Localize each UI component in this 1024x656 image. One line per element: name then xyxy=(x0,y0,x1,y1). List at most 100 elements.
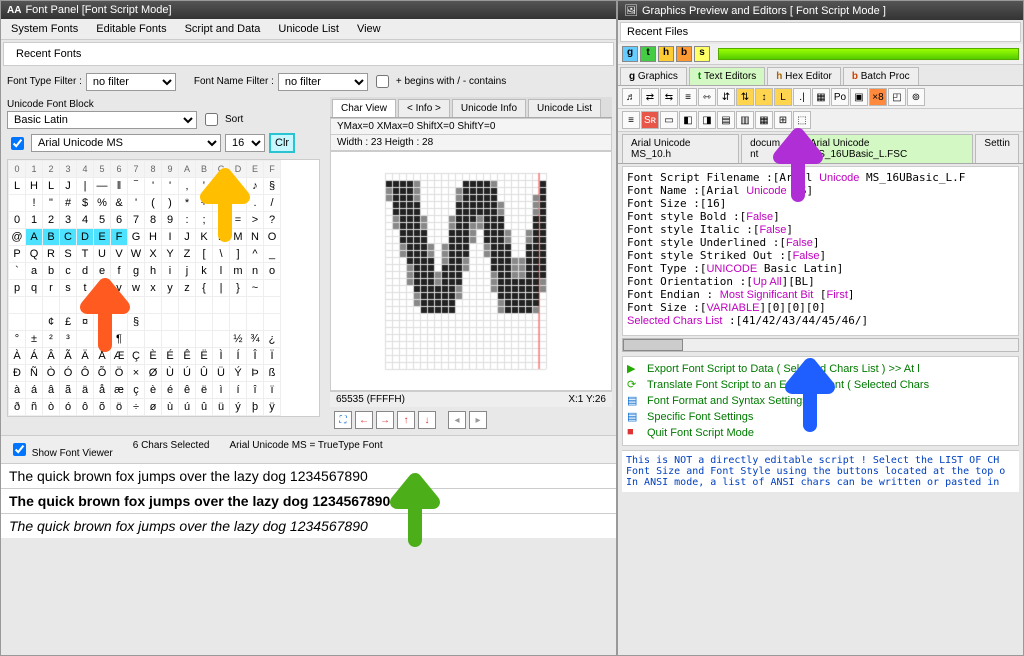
char-cell[interactable]: [ xyxy=(196,246,213,263)
char-cell[interactable]: ² xyxy=(43,331,60,348)
char-cell[interactable]: Z xyxy=(179,246,196,263)
char-cell[interactable] xyxy=(230,314,247,331)
char-cell[interactable]: 6 xyxy=(111,212,128,229)
tool-l[interactable]: ▣ xyxy=(850,88,868,106)
char-cell[interactable]: = xyxy=(230,212,247,229)
char-cell[interactable]: ¶ xyxy=(111,331,128,348)
clear-button[interactable]: Clr xyxy=(269,133,295,153)
char-cell[interactable] xyxy=(230,297,247,314)
char-cell[interactable]: 3 xyxy=(60,212,77,229)
char-cell[interactable] xyxy=(145,331,162,348)
char-cell[interactable]: n xyxy=(247,263,264,280)
char-cell[interactable]: * xyxy=(179,195,196,212)
char-cell[interactable]: Ä xyxy=(77,348,94,365)
char-cell[interactable]: Ú xyxy=(179,365,196,382)
char-cell[interactable]: u xyxy=(94,280,111,297)
char-cell[interactable]: Ã xyxy=(60,348,77,365)
char-cell[interactable] xyxy=(77,297,94,314)
char-cell[interactable]: õ xyxy=(94,399,111,416)
char-cell[interactable]: â xyxy=(43,382,60,399)
char-cell[interactable]: T xyxy=(77,246,94,263)
menu-system-fonts[interactable]: System Fonts xyxy=(3,21,86,37)
char-cell[interactable]: D xyxy=(77,229,94,246)
char-cell[interactable]: ã xyxy=(60,382,77,399)
char-cell[interactable]: ° xyxy=(9,331,26,348)
char-cell[interactable]: I xyxy=(162,229,179,246)
char-cell[interactable]: c xyxy=(60,263,77,280)
char-cell[interactable]: £ xyxy=(60,314,77,331)
char-cell[interactable]: Á xyxy=(26,348,43,365)
char-cell[interactable]: Y xyxy=(162,246,179,263)
recent-fonts-button[interactable]: Recent Fonts xyxy=(10,47,87,61)
char-cell[interactable] xyxy=(264,280,281,297)
char-cell[interactable]: @ xyxy=(9,229,26,246)
char-cell[interactable]: G xyxy=(128,229,145,246)
char-cell[interactable]: Ë xyxy=(196,348,213,365)
char-cell[interactable]: { xyxy=(196,280,213,297)
char-cell[interactable]: d xyxy=(77,263,94,280)
char-cell[interactable]: H xyxy=(26,178,43,195)
char-cell[interactable]: b xyxy=(43,263,60,280)
tool2-h[interactable]: ⊞ xyxy=(774,111,792,129)
char-cell[interactable]: 2 xyxy=(43,212,60,229)
char-cell[interactable] xyxy=(162,314,179,331)
char-cell[interactable]: h xyxy=(145,263,162,280)
char-cell[interactable] xyxy=(9,195,26,212)
char-cell[interactable]: µ xyxy=(94,331,111,348)
char-cell[interactable]: F xyxy=(111,229,128,246)
tool-o[interactable]: ⊚ xyxy=(907,88,925,106)
char-cell[interactable]: R xyxy=(43,246,60,263)
char-cell[interactable]: e xyxy=(94,263,111,280)
char-cell[interactable]: í xyxy=(230,382,247,399)
char-cell[interactable]: % xyxy=(94,195,111,212)
glyph-pixel-canvas[interactable] xyxy=(330,151,612,391)
mode-tab-batch[interactable]: b Batch Proc xyxy=(843,67,919,85)
char-cell[interactable] xyxy=(26,314,43,331)
char-cell[interactable]: y xyxy=(162,280,179,297)
char-cell[interactable]: ð xyxy=(9,399,26,416)
tool-i[interactable]: L xyxy=(774,88,792,106)
char-cell[interactable]: è xyxy=(145,382,162,399)
char-cell[interactable]: à xyxy=(9,382,26,399)
char-cell[interactable]: Ó xyxy=(60,365,77,382)
char-cell[interactable]: } xyxy=(230,280,247,297)
char-cell[interactable]: # xyxy=(60,195,77,212)
char-cell[interactable] xyxy=(26,297,43,314)
char-cell[interactable]: Û xyxy=(196,365,213,382)
char-cell[interactable]: M xyxy=(230,229,247,246)
tab-unicode-info[interactable]: Unicode Info xyxy=(452,99,526,117)
menu-script-data[interactable]: Script and Data xyxy=(177,21,269,37)
char-cell[interactable] xyxy=(60,297,77,314)
tool2-g[interactable]: ▦ xyxy=(755,111,773,129)
char-cell[interactable] xyxy=(9,314,26,331)
char-cell[interactable]: ♪ xyxy=(247,178,264,195)
menu-unicode-list[interactable]: Unicode List xyxy=(270,21,347,37)
mode-tab-hex-editor[interactable]: h Hex Editor xyxy=(767,67,841,85)
char-cell[interactable]: r xyxy=(43,280,60,297)
tool2-c[interactable]: ◧ xyxy=(679,111,697,129)
char-cell[interactable]: ò xyxy=(43,399,60,416)
char-cell[interactable]: ' xyxy=(162,178,179,195)
action-item[interactable]: ▤Font Format and Syntax Settings xyxy=(627,393,1014,409)
action-item[interactable]: ▶Export Font Script to Data ( Selected C… xyxy=(627,361,1014,377)
char-cell[interactable]: ? xyxy=(264,212,281,229)
filter-mode-checkbox[interactable] xyxy=(376,75,389,88)
char-cell[interactable]: æ xyxy=(111,382,128,399)
char-cell[interactable] xyxy=(213,314,230,331)
char-cell[interactable]: Ò xyxy=(43,365,60,382)
char-cell[interactable]: 5 xyxy=(94,212,111,229)
char-cell[interactable]: Æ xyxy=(111,348,128,365)
char-cell[interactable]: Ø xyxy=(145,365,162,382)
tool2-i[interactable]: ⬚ xyxy=(793,111,811,129)
char-cell[interactable]: B xyxy=(43,229,60,246)
mode-chip-g[interactable]: g xyxy=(622,46,638,62)
char-cell[interactable]: : xyxy=(179,212,196,229)
char-cell[interactable]: Q xyxy=(26,246,43,263)
char-cell[interactable]: ô xyxy=(77,399,94,416)
recent-files-button[interactable]: Recent Files xyxy=(627,26,688,38)
sort-checkbox[interactable] xyxy=(205,113,218,126)
editor-hscrollbar[interactable] xyxy=(622,338,1019,352)
show-font-viewer-checkbox[interactable] xyxy=(13,443,26,456)
char-cell[interactable]: f xyxy=(111,263,128,280)
char-cell[interactable]: ÷ xyxy=(128,399,145,416)
